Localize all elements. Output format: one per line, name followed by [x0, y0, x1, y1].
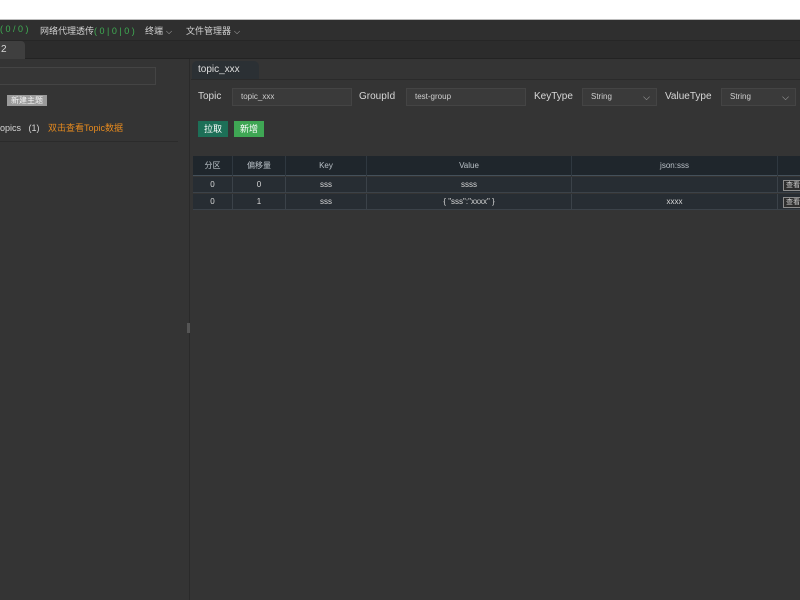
- topics-label: opics: [0, 123, 22, 133]
- session-tab[interactable]: 2: [0, 41, 25, 59]
- chevron-down-icon: ⌵: [643, 92, 650, 102]
- value-type-value: String: [730, 92, 751, 101]
- topics-tree-item[interactable]: opics (1) 双击查看Topic数据: [0, 121, 123, 134]
- cell-partition: 0: [193, 194, 233, 210]
- header-offset: 偏移量: [233, 156, 286, 176]
- topics-hint: 双击查看Topic数据: [48, 123, 124, 133]
- menu-item-label: 网络代理透传: [40, 26, 95, 36]
- header-json-sss: json:sss: [572, 156, 778, 176]
- cell-offset: 0: [233, 177, 286, 193]
- header-value: Value: [367, 156, 572, 176]
- topic-label: Topic: [198, 91, 222, 102]
- topic-input[interactable]: topic_xxx: [232, 88, 352, 106]
- cell-offset: 1: [233, 194, 286, 210]
- sidebar: 新建主题 opics (1) 双击查看Topic数据: [0, 59, 190, 600]
- chevron-down-icon: ⌵: [782, 92, 789, 102]
- topics-count: (1): [28, 123, 40, 133]
- menu-item-label: 终端: [145, 26, 164, 36]
- header-partition: 分区: [193, 156, 233, 176]
- session-tabstrip: 2: [0, 41, 800, 59]
- group-id-input[interactable]: test-group: [406, 88, 526, 106]
- menu-item-terminal[interactable]: 终端 ⌵: [145, 24, 172, 37]
- menu-item-network-proxy[interactable]: 网络代理透传( 0 | 0 | 0 ): [40, 24, 135, 37]
- add-button[interactable]: 新增: [234, 121, 264, 137]
- cell-value: { "sss":"xxxx" }: [367, 194, 572, 210]
- table-header: 分区 偏移量 Key Value json:sss: [193, 156, 800, 176]
- sidebar-divider: [0, 141, 178, 142]
- header-key: Key: [286, 156, 367, 176]
- menu-item-counter[interactable]: ( 0 / 0 ): [0, 24, 29, 34]
- header-action: [778, 156, 800, 176]
- chevron-down-icon: ⌵: [166, 27, 173, 36]
- value-type-select[interactable]: String ⌵: [721, 88, 796, 106]
- menubar: ( 0 / 0 ) 网络代理透传( 0 | 0 | 0 ) 终端 ⌵ 文件管理器 ⌵: [0, 20, 800, 41]
- table-row: 0 0 sss ssss 查看: [193, 177, 800, 193]
- value-type-label: ValueType: [665, 91, 712, 102]
- splitter-handle[interactable]: [187, 323, 190, 333]
- tab-underline: [191, 79, 800, 80]
- chevron-down-icon: ⌵: [234, 27, 241, 36]
- group-id-label: GroupId: [359, 91, 396, 102]
- window-top-bar: [0, 0, 800, 20]
- menu-item-label: 文件管理器: [186, 26, 232, 36]
- table-row: 0 1 sss { "sss":"xxxx" } xxxx 查看: [193, 194, 800, 210]
- view-button[interactable]: 查看: [783, 197, 800, 208]
- cell-json: [572, 177, 778, 193]
- sidebar-search-input[interactable]: [0, 67, 156, 85]
- cell-value: ssss: [367, 177, 572, 193]
- view-button[interactable]: 查看: [783, 180, 800, 191]
- main-panel: topic_xxx Topic topic_xxx GroupId test-g…: [191, 59, 800, 600]
- menu-counter-text: ( 0 / 0 ): [0, 24, 29, 34]
- cell-key: sss: [286, 177, 367, 193]
- key-type-select[interactable]: String ⌵: [582, 88, 657, 106]
- cell-key: sss: [286, 194, 367, 210]
- cell-partition: 0: [193, 177, 233, 193]
- key-type-label: KeyType: [534, 91, 573, 102]
- cell-json: xxxx: [572, 194, 778, 210]
- key-type-value: String: [591, 92, 612, 101]
- menu-proxy-counter: ( 0 | 0 | 0 ): [94, 26, 135, 36]
- tab-topic[interactable]: topic_xxx: [192, 61, 259, 79]
- menu-item-file-manager[interactable]: 文件管理器 ⌵: [186, 24, 240, 37]
- new-topic-button[interactable]: 新建主题: [7, 95, 47, 106]
- fetch-button[interactable]: 拉取: [198, 121, 228, 137]
